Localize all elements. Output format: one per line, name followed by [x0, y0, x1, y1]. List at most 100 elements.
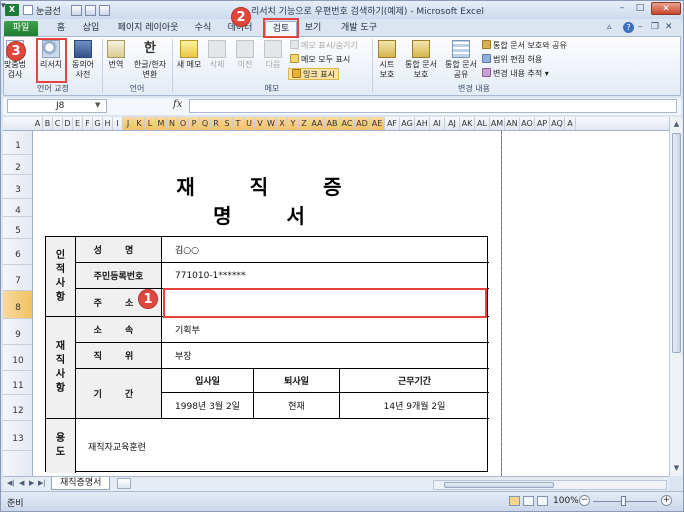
- row-header-9[interactable]: 9: [3, 319, 32, 345]
- ribbon-minimize-icon[interactable]: ▵: [607, 22, 612, 34]
- row-header-4[interactable]: 4: [3, 199, 32, 217]
- column-header-y[interactable]: Y: [288, 117, 299, 130]
- zoom-slider-thumb[interactable]: [621, 496, 626, 506]
- name-label-cell[interactable]: 성 명: [76, 237, 162, 263]
- formula-input[interactable]: [189, 99, 677, 113]
- sheet-tab-certificate[interactable]: 재직증명서: [51, 477, 111, 490]
- row-header-8[interactable]: 8: [3, 291, 32, 319]
- join-date-value[interactable]: 1998년 3월 2일: [162, 393, 254, 419]
- excel-logo-icon[interactable]: X: [5, 4, 19, 16]
- show-hide-comment-button[interactable]: 메모 표시/숨기기: [290, 40, 358, 52]
- column-header-ad[interactable]: AD: [355, 117, 370, 130]
- column-header-i[interactable]: I: [113, 117, 123, 130]
- gridlines-checkbox[interactable]: [23, 5, 33, 15]
- tab-formulas[interactable]: 수식: [189, 21, 217, 37]
- scroll-down-icon[interactable]: ▼: [671, 463, 682, 474]
- column-header-e[interactable]: E: [73, 117, 83, 130]
- position-label-cell[interactable]: 직 위: [76, 343, 162, 369]
- row-header-12[interactable]: 12: [3, 395, 32, 421]
- department-value-cell[interactable]: 기획부: [162, 317, 489, 343]
- vertical-scrollbar[interactable]: ▲ ▼: [669, 117, 682, 476]
- tenure-header[interactable]: 근무기간: [340, 369, 489, 393]
- row-header-6[interactable]: 6: [3, 239, 32, 265]
- insert-sheet-icon[interactable]: [117, 478, 131, 489]
- track-changes-button[interactable]: 변경 내용 추적 ▾: [482, 68, 549, 80]
- share-workbook-button[interactable]: 통합 문서 공유: [442, 40, 480, 84]
- purpose-value-cell[interactable]: 재직자교육훈련: [76, 419, 489, 473]
- column-header-n[interactable]: N: [167, 117, 178, 130]
- tab-file[interactable]: 파일: [4, 21, 38, 37]
- column-header-d[interactable]: D: [63, 117, 73, 130]
- protect-and-share-button[interactable]: 통합 문서 보호와 공유: [482, 40, 567, 52]
- column-header-am[interactable]: AM: [490, 117, 505, 130]
- column-header-t[interactable]: T: [233, 117, 244, 130]
- column-header-z[interactable]: Z: [299, 117, 310, 130]
- close-button[interactable]: ✕: [651, 2, 681, 15]
- leave-date-header[interactable]: 퇴사일: [254, 369, 340, 393]
- tab-home[interactable]: 홈: [49, 21, 73, 37]
- column-header-ac[interactable]: AC: [340, 117, 355, 130]
- previous-comment-button[interactable]: 이전: [232, 40, 258, 84]
- column-header-v[interactable]: V: [255, 117, 266, 130]
- workbook-minimize-button[interactable]: –: [638, 22, 643, 34]
- show-ink-button[interactable]: 잉크 표시: [288, 68, 339, 80]
- minimize-button[interactable]: –: [613, 2, 631, 15]
- scroll-up-icon[interactable]: ▲: [671, 119, 682, 130]
- show-all-comments-button[interactable]: 메모 모두 표시: [290, 54, 350, 66]
- column-header-ah[interactable]: AH: [415, 117, 430, 130]
- save-icon[interactable]: [71, 5, 82, 16]
- column-header-o[interactable]: O: [178, 117, 189, 130]
- prev-sheet-icon[interactable]: ◀: [19, 479, 24, 487]
- row-header-5[interactable]: 5: [3, 217, 32, 239]
- delete-comment-button[interactable]: 삭제: [204, 40, 230, 84]
- column-header-ag[interactable]: AG: [400, 117, 415, 130]
- column-header-ab[interactable]: AB: [325, 117, 340, 130]
- column-header-c[interactable]: C: [53, 117, 63, 130]
- normal-view-icon[interactable]: [509, 496, 520, 506]
- column-header-g[interactable]: G: [93, 117, 103, 130]
- protect-workbook-button[interactable]: 통합 문서 보호: [402, 40, 440, 84]
- column-header-ao[interactable]: AO: [520, 117, 535, 130]
- column-header-aq[interactable]: AQ: [550, 117, 565, 130]
- horizontal-scrollbar[interactable]: [433, 480, 667, 490]
- hangul-hanja-button[interactable]: 한 한글/한자 변환: [130, 40, 170, 84]
- name-box[interactable]: J8: [7, 99, 107, 113]
- column-header-m[interactable]: M: [156, 117, 167, 130]
- row-header-1[interactable]: 1: [3, 131, 32, 155]
- next-sheet-icon[interactable]: ▶: [29, 479, 34, 487]
- insert-function-icon[interactable]: fx: [173, 99, 182, 110]
- column-header-a[interactable]: A: [33, 117, 43, 130]
- column-header-k[interactable]: K: [134, 117, 145, 130]
- column-header-af[interactable]: AF: [385, 117, 400, 130]
- first-sheet-icon[interactable]: ◀|: [7, 479, 15, 487]
- column-header-ak[interactable]: AK: [460, 117, 475, 130]
- row-header-10[interactable]: 10: [3, 345, 32, 371]
- help-icon[interactable]: ?: [623, 22, 634, 33]
- department-label-cell[interactable]: 소 속: [76, 317, 162, 343]
- new-comment-button[interactable]: 새 메모: [174, 40, 204, 84]
- column-header-ae[interactable]: AE: [370, 117, 385, 130]
- row-header-3[interactable]: 3: [3, 175, 32, 199]
- column-header-ap[interactable]: AP: [535, 117, 550, 130]
- tab-page-layout[interactable]: 페이지 레이아웃: [111, 21, 185, 37]
- page-layout-view-icon[interactable]: [523, 496, 534, 506]
- column-header-u[interactable]: U: [244, 117, 255, 130]
- last-sheet-icon[interactable]: ▶|: [38, 479, 46, 487]
- row-header-2[interactable]: 2: [3, 155, 32, 175]
- horizontal-scroll-thumb[interactable]: [444, 482, 554, 488]
- leave-date-value[interactable]: 현재: [254, 393, 340, 419]
- tab-insert[interactable]: 삽입: [77, 21, 105, 37]
- row-header-7[interactable]: 7: [3, 265, 32, 291]
- column-header-w[interactable]: W: [266, 117, 277, 130]
- column-header-s[interactable]: S: [222, 117, 233, 130]
- period-label-cell[interactable]: 기 간: [76, 369, 162, 419]
- zoom-in-button[interactable]: +: [661, 495, 672, 506]
- column-header-a[interactable]: A: [565, 117, 576, 130]
- column-header-q[interactable]: Q: [200, 117, 211, 130]
- allow-edit-ranges-button[interactable]: 범위 편집 허용: [482, 54, 542, 66]
- thesaurus-button[interactable]: 동의어 사전: [66, 40, 100, 84]
- column-header-an[interactable]: AN: [505, 117, 520, 130]
- zoom-out-button[interactable]: −: [579, 495, 590, 506]
- id-label-cell[interactable]: 주민등록번호: [76, 263, 162, 289]
- translate-button[interactable]: 번역: [104, 40, 128, 84]
